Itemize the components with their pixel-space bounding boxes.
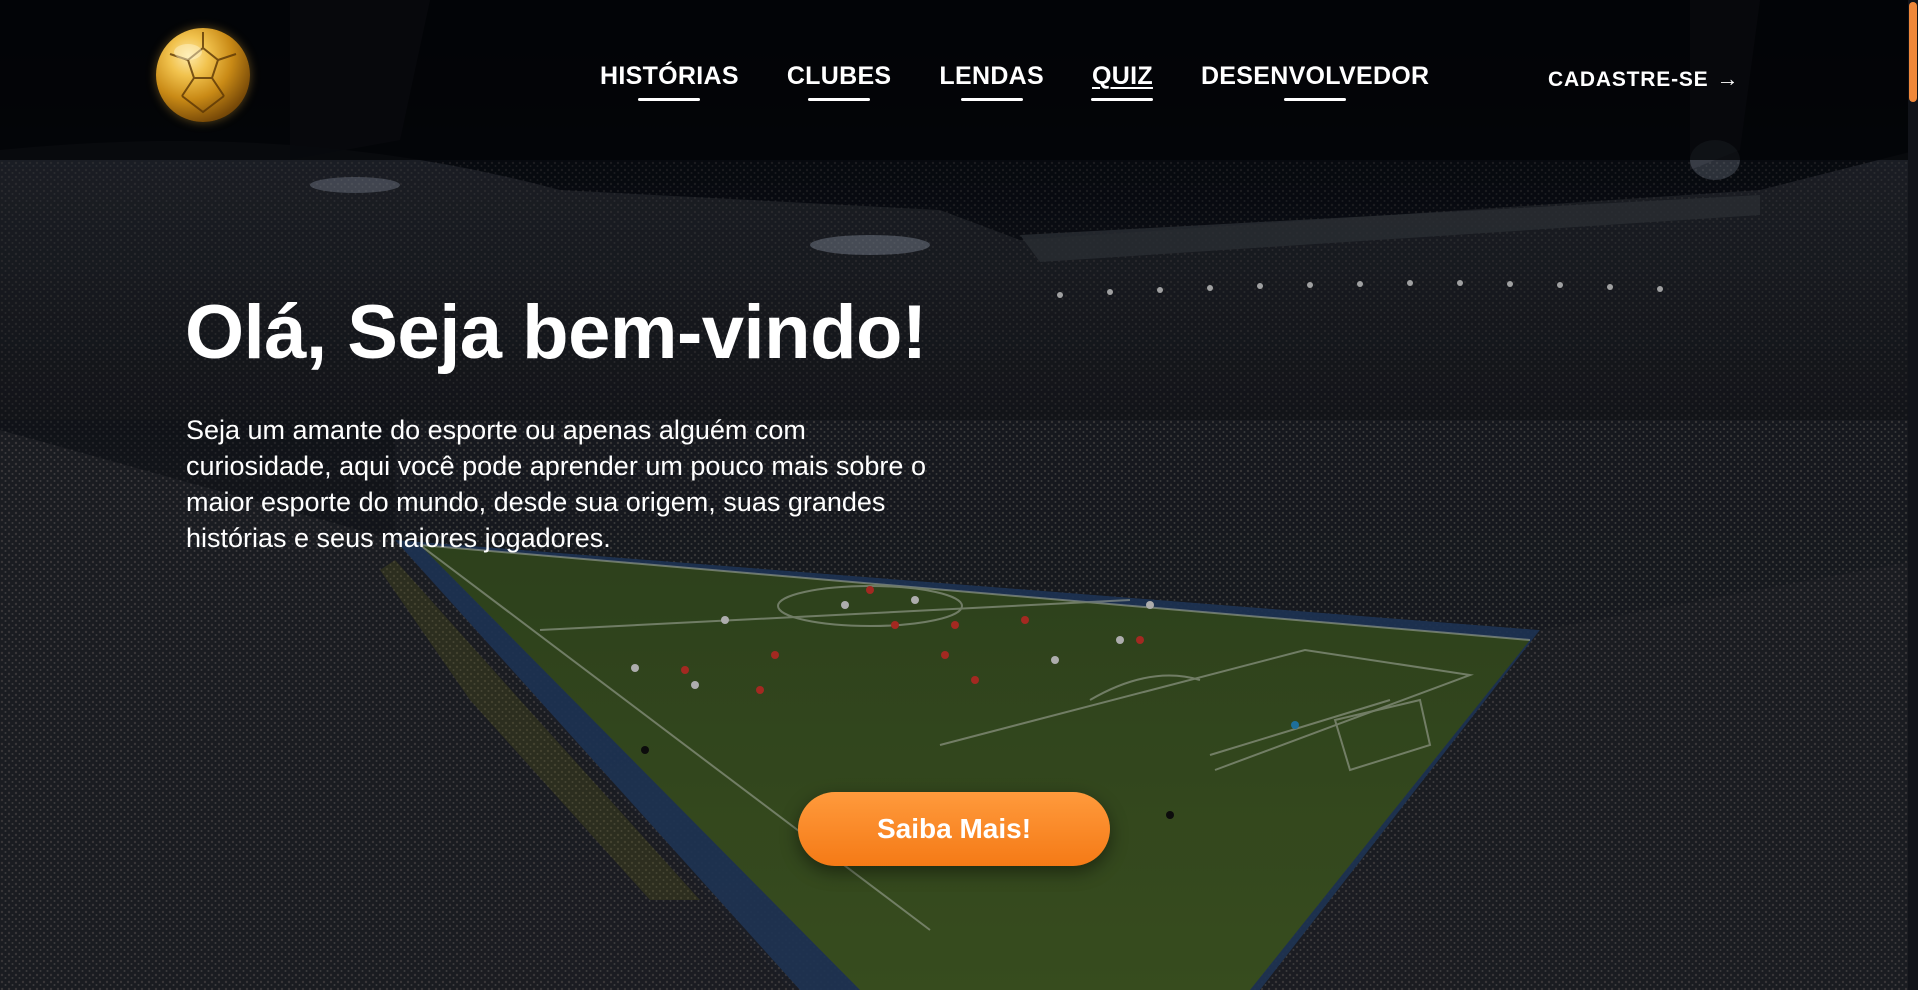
- nav-item-label: DESENVOLVEDOR: [1200, 62, 1430, 90]
- nav-item-label: QUIZ: [1092, 62, 1153, 90]
- golden-ball-icon: [169, 32, 237, 114]
- nav-item-desenvolvedor[interactable]: DESENVOLVEDOR: [1200, 62, 1430, 101]
- nav-item-historias[interactable]: HISTÓRIAS: [600, 62, 739, 101]
- main-nav: HISTÓRIAS CLUBES LENDAS QUIZ DESENVOLVED…: [600, 62, 1430, 101]
- signup-label: CADASTRE-SE: [1548, 68, 1709, 91]
- arrow-right-icon: →: [1716, 66, 1740, 91]
- scrollbar-thumb[interactable]: [1909, 2, 1917, 102]
- nav-item-quiz[interactable]: QUIZ: [1091, 62, 1154, 101]
- nav-underline: [808, 98, 871, 101]
- nav-underline: [638, 98, 701, 101]
- nav-item-label: CLUBES: [786, 62, 892, 90]
- page: HISTÓRIAS CLUBES LENDAS QUIZ DESENVOLVED…: [0, 0, 1918, 990]
- hero-description: Seja um amante do esporte ou apenas algu…: [186, 415, 926, 553]
- nav-item-label: LENDAS: [939, 62, 1045, 90]
- nav-underline: [1091, 98, 1154, 101]
- nav-item-clubes[interactable]: CLUBES: [786, 62, 892, 101]
- hero-title: Olá, Seja bem-vindo!: [185, 290, 927, 375]
- nav-underline: [960, 98, 1023, 101]
- nav-item-lendas[interactable]: LENDAS: [939, 62, 1045, 101]
- saiba-mais-button[interactable]: Saiba Mais!: [798, 792, 1110, 866]
- scrollbar[interactable]: [1908, 0, 1918, 990]
- logo[interactable]: [156, 28, 250, 122]
- nav-underline: [1284, 98, 1347, 101]
- signup-link[interactable]: CADASTRE-SE →: [1548, 66, 1739, 92]
- nav-item-label: HISTÓRIAS: [600, 62, 739, 90]
